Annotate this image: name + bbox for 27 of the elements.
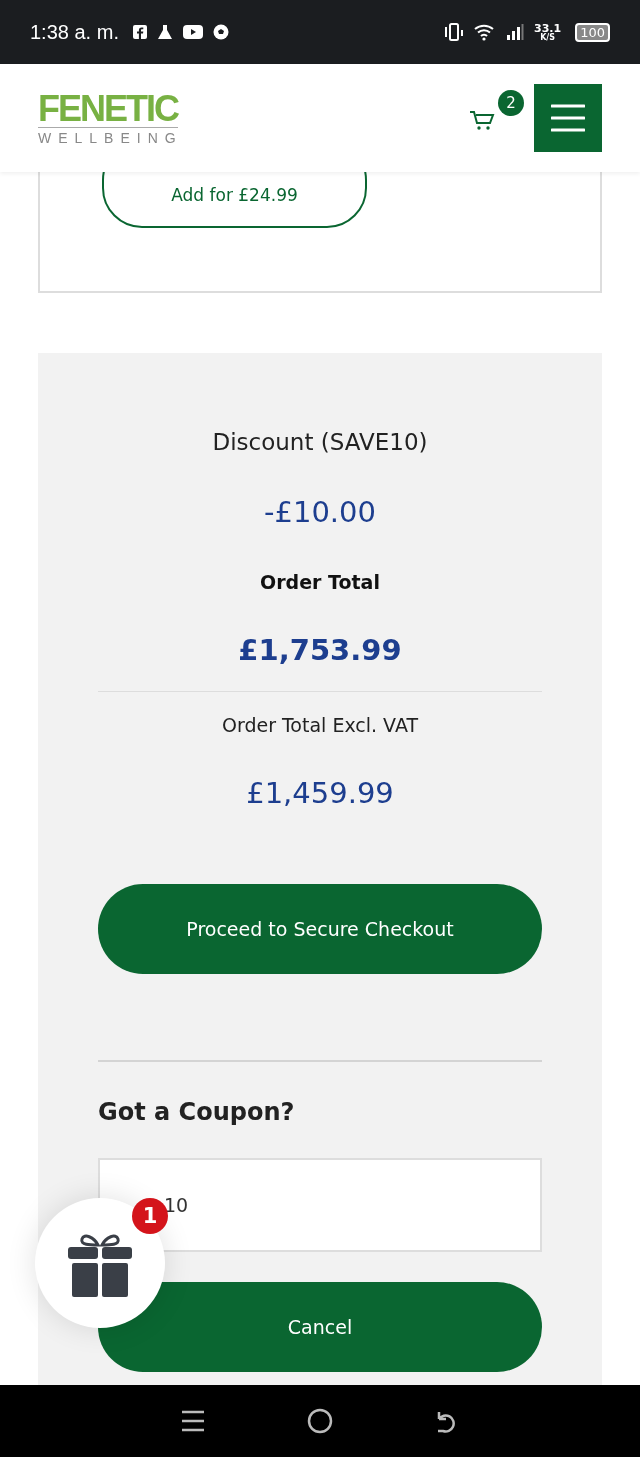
discount-value: -£10.00 xyxy=(264,494,376,529)
home-icon[interactable] xyxy=(307,1408,333,1434)
logo-subtitle: WELLBEING xyxy=(38,129,183,146)
flask-icon xyxy=(156,24,173,40)
status-time: 1:38 a. m. xyxy=(30,20,119,44)
cart-count-badge: 2 xyxy=(498,90,524,116)
logo-title: FENETIC xyxy=(38,90,178,128)
battery-indicator: 100 xyxy=(575,22,610,42)
soccer-ball-icon xyxy=(212,24,229,40)
excl-vat-value: £1,459.99 xyxy=(246,775,394,810)
recent-apps-icon[interactable] xyxy=(181,1410,205,1432)
signal-icon xyxy=(506,24,525,40)
cancel-button[interactable]: Cancel xyxy=(98,1281,542,1372)
video-play-icon xyxy=(182,25,203,39)
menu-button[interactable] xyxy=(534,84,602,152)
menu-icon xyxy=(551,104,585,132)
speed-unit: K/S xyxy=(540,33,556,42)
network-speed: 33.1 xyxy=(534,22,562,34)
order-total-label: Order Total xyxy=(260,570,380,593)
vibrate-icon xyxy=(444,23,465,41)
coupon-heading: Got a Coupon? xyxy=(98,1097,295,1126)
order-total-value: £1,753.99 xyxy=(238,632,402,667)
add-button[interactable]: Add for £24.99 xyxy=(102,172,367,228)
excl-vat-label: Order Total Excl. VAT xyxy=(221,713,419,736)
checkout-button[interactable]: Proceed to Secure Checkout xyxy=(98,883,542,974)
facebook-icon xyxy=(132,25,147,39)
discount-label: Discount (SAVE10) xyxy=(212,429,428,457)
